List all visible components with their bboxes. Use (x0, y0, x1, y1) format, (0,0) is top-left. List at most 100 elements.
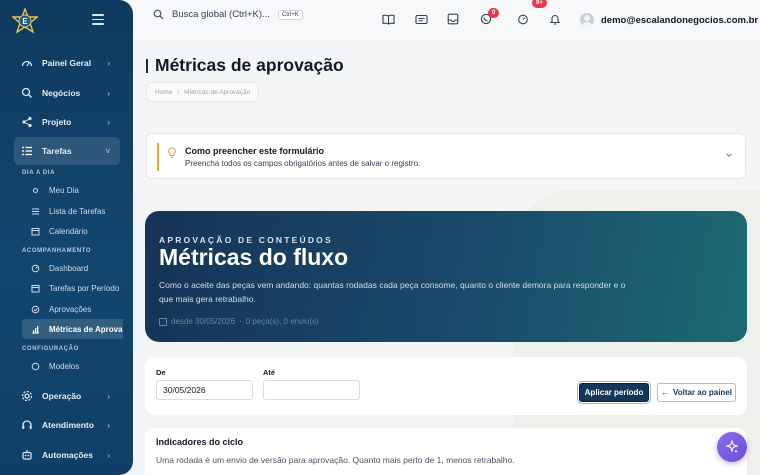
nav-operacao[interactable]: Operação › (14, 384, 120, 408)
nav-label: Automações (42, 450, 94, 460)
page-title: Métricas de aprovação (146, 55, 344, 76)
apply-period-button[interactable]: Aplicar período (577, 381, 651, 404)
chevron-right-icon: › (107, 420, 110, 430)
cycle-indicators-card: Indicadores do ciclo Uma rodada é um env… (145, 428, 747, 475)
nav-label: Tarefas (42, 146, 72, 156)
nav-label: Atendimento (42, 420, 94, 430)
section-label-acompanhamento: ACOMPANHAMENTO (22, 248, 92, 254)
sub-item-label: Lista de Tarefas (49, 206, 106, 216)
section-label-dia-a-dia: DIA A DIA (22, 170, 56, 176)
avatar (580, 13, 594, 27)
indicators-text: Uma rodada é um envio de versão para apr… (156, 455, 515, 465)
sub-item-tarefas-periodo[interactable]: Tarefas por Período (22, 278, 122, 298)
from-date-input[interactable]: 30/05/2026 (156, 380, 253, 400)
breadcrumb-current: Métricas de Aprovação (184, 88, 251, 96)
share-nodes-icon (20, 115, 34, 129)
calendar-icon (30, 226, 40, 236)
title-accent-bar (146, 58, 148, 73)
hero-meta-counts: 0 peça(s), 0 envio(s) (245, 317, 319, 326)
sub-item-lista-tarefas[interactable]: Lista de Tarefas (22, 201, 122, 221)
help-text: Preencha todos os campos obrigatórios an… (185, 159, 421, 168)
sun-icon (30, 185, 40, 195)
check-circle-icon (30, 304, 40, 314)
form-help-card[interactable]: Como preencher este formulário Preencha … (146, 133, 746, 179)
robot-icon (20, 448, 34, 462)
inbox-icon[interactable] (446, 12, 460, 26)
top-bar: Busca global (Ctrl+K)... Ctrl+K 0 9+ dem… (133, 0, 760, 40)
shortcut-hint: Ctrl+K (277, 9, 303, 20)
section-label-configuracao: CONFIGURAÇÃO (22, 346, 79, 352)
breadcrumb-separator: / (177, 88, 180, 96)
from-label: De (156, 368, 166, 377)
main-content: Métricas de aprovação Home / Métricas de… (133, 40, 760, 475)
brand-logo[interactable]: E (12, 8, 38, 34)
nav-painel-geral[interactable]: Painel Geral › (14, 51, 120, 75)
list-icon (30, 206, 40, 216)
hero-description: Como o aceite das peças vem andando: qua… (159, 280, 626, 304)
chevron-right-icon: › (107, 88, 110, 98)
chevron-down-icon: ˅ (105, 146, 110, 156)
arrow-left-icon: ← (661, 388, 669, 397)
sub-item-metricas[interactable]: Métricas de Aprova (22, 319, 123, 339)
headset-icon (20, 418, 34, 432)
back-to-panel-button[interactable]: ← Voltar ao painel (657, 383, 736, 402)
sub-item-label: Dashboard (49, 263, 89, 273)
nav-label: Negócios (42, 88, 81, 98)
sub-item-label: Tarefas por Período (49, 283, 120, 293)
breadcrumb: Home / Métricas de Aprovação (146, 82, 260, 102)
sub-item-modelos[interactable]: Modelos (22, 356, 122, 376)
lightbulb-icon (168, 147, 176, 158)
user-email: demo@escalandonegocios.com.br (601, 14, 759, 26)
search-icon (20, 86, 34, 100)
hero-meta: desde 30/05/2026 · 0 peça(s), 0 envio(s) (159, 317, 319, 326)
search-icon (153, 9, 164, 20)
breadcrumb-home[interactable]: Home (155, 89, 172, 96)
sub-item-calendario[interactable]: Calendário (22, 221, 122, 241)
svg-text:E: E (22, 17, 28, 26)
nav-label: Painel Geral (42, 58, 92, 68)
ai-assistant-button[interactable] (717, 432, 747, 462)
timer-icon[interactable] (516, 12, 530, 26)
chevron-right-icon: › (107, 450, 110, 460)
gauge-icon (30, 263, 40, 273)
nav-automacoes[interactable]: Automações › (14, 443, 120, 467)
calendar-icon (30, 283, 40, 293)
sub-item-dashboard[interactable]: Dashboard (22, 258, 122, 278)
hero-banner: APROVAÇÃO DE CONTEÚDOS Métricas do fluxo… (145, 211, 747, 342)
nav-label: Operação (42, 391, 82, 401)
sub-item-label: Meu Dia (49, 185, 79, 195)
hero-meta-since: desde 30/05/2026 (171, 317, 236, 326)
calendar-icon (159, 317, 167, 326)
bell-icon[interactable] (548, 12, 562, 26)
chevron-right-icon: › (107, 117, 110, 127)
timer-badge: 9+ (532, 0, 547, 8)
hero-title: Métricas do fluxo (159, 244, 349, 270)
tasks-list-icon (20, 144, 34, 158)
period-filter-card: De 30/05/2026 Até Aplicar período ← Volt… (145, 357, 747, 415)
id-card-icon[interactable] (414, 12, 428, 26)
nav-negocios[interactable]: Negócios › (14, 81, 120, 105)
sub-item-label: Métricas de Aprova (49, 324, 123, 334)
chevron-right-icon: › (107, 391, 110, 401)
sub-item-label: Calendário (49, 226, 88, 236)
sub-item-aprovacoes[interactable]: Aprovações (22, 299, 122, 319)
chevron-down-icon[interactable] (725, 151, 733, 159)
back-button-label: Voltar ao painel (673, 388, 732, 397)
global-search[interactable]: Busca global (Ctrl+K)... Ctrl+K (153, 9, 303, 20)
sub-item-meu-dia[interactable]: Meu Dia (22, 180, 122, 200)
user-menu[interactable]: demo@escalandonegocios.com.br (580, 13, 758, 27)
nav-atendimento[interactable]: Atendimento › (14, 413, 120, 437)
nav-tarefas[interactable]: Tarefas ˅ (14, 137, 120, 165)
sparkle-icon (725, 440, 739, 453)
gear-icon (20, 389, 34, 403)
whatsapp-badge: 0 (488, 8, 500, 18)
dashboard-gauge-icon (20, 56, 34, 70)
search-placeholder[interactable]: Busca global (Ctrl+K)... (172, 9, 270, 20)
template-icon (30, 361, 40, 371)
menu-toggle-icon[interactable] (92, 14, 104, 26)
help-accent-bar (157, 143, 159, 171)
to-date-input[interactable] (263, 380, 360, 400)
book-icon[interactable] (381, 12, 395, 26)
nav-projeto[interactable]: Projeto › (14, 110, 120, 134)
indicators-title: Indicadores do ciclo (156, 437, 244, 447)
